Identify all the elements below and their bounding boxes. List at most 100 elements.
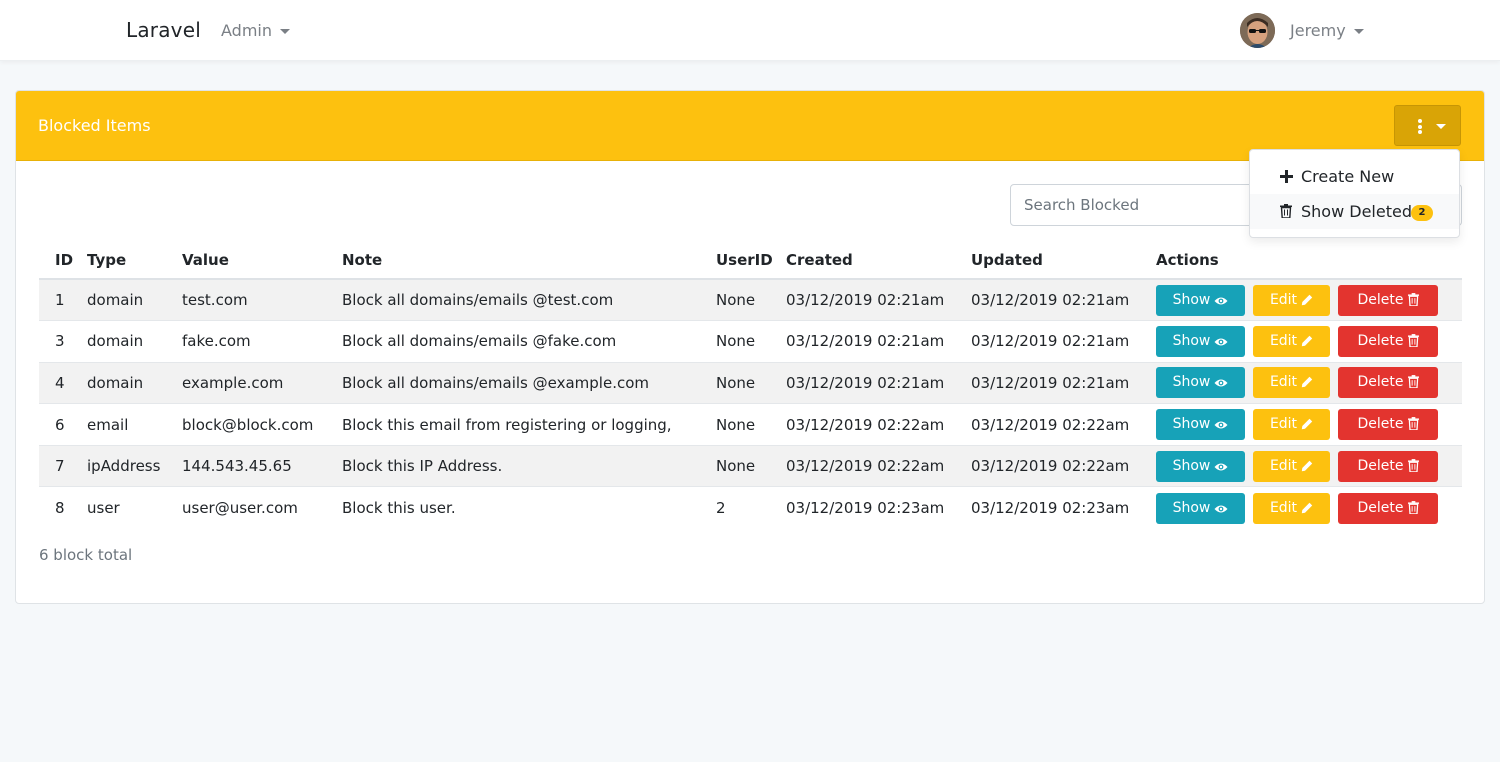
trash-icon [1280,203,1292,222]
cell-userid: None [716,320,786,363]
brand-link[interactable]: Laravel [126,18,201,42]
trash-icon [1407,458,1419,473]
trash-icon [1407,500,1419,515]
create-new-menu-item[interactable]: Create New [1250,159,1459,194]
edit-button[interactable]: Edit [1253,367,1330,399]
trash-icon [1407,417,1419,431]
column-header-userid[interactable]: UserID [716,241,786,280]
cell-note: Block all domains/emails @example.com [342,361,716,404]
avatar[interactable] [1240,13,1275,48]
pencil-icon [1301,418,1313,430]
pencil-icon [1301,502,1313,513]
eye-icon [1214,338,1228,346]
cell-created: 03/12/2019 02:21am [786,361,971,404]
column-header-type[interactable]: Type [87,241,182,280]
eye-icon [1214,421,1228,429]
edit-label: Edit [1269,374,1298,391]
edit-label: Edit [1269,457,1298,474]
create-new-label: Create New [1301,167,1395,186]
cell-updated: 03/12/2019 02:21am [971,320,1156,363]
show-deleted-menu-item[interactable]: Show Deleted 2 [1250,194,1459,229]
show-button[interactable]: Show [1156,367,1245,399]
trash-icon [1407,375,1419,390]
show-label: Show [1172,457,1211,474]
show-label: Show [1172,374,1211,391]
cell-id: 4 [39,361,87,404]
column-header-value[interactable]: Value [182,241,342,280]
pencil-icon [1301,335,1313,347]
cell-id: 1 [39,278,87,321]
show-label: Show [1172,291,1211,308]
delete-label: Delete [1357,374,1404,391]
eye-icon [1214,463,1228,471]
cell-type: domain [87,361,182,404]
cell-actions: Show Edit Delete [1156,320,1462,363]
cell-created: 03/12/2019 02:21am [786,320,971,363]
column-header-created[interactable]: Created [786,241,971,280]
cell-updated: 03/12/2019 02:21am [971,361,1156,404]
user-menu-label: Jeremy [1290,21,1346,40]
delete-button[interactable]: Delete [1338,325,1438,357]
edit-button[interactable]: Edit [1253,492,1330,524]
delete-button[interactable]: Delete [1338,367,1438,399]
card-title: Blocked Items [38,116,151,135]
table-row: 8 user user@user.com Block this user. 2 … [39,486,1462,529]
cell-value: test.com [182,278,342,321]
cell-note: Block all domains/emails @fake.com [342,320,716,363]
block-total: 6 block total [39,546,133,564]
edit-button[interactable]: Edit [1253,450,1330,482]
table-row: 4 domain example.com Block all domains/e… [39,361,1462,404]
column-header-note[interactable]: Note [342,241,716,280]
delete-label: Delete [1357,291,1404,308]
cell-userid: 2 [716,486,786,529]
delete-label: Delete [1357,332,1404,349]
show-button[interactable]: Show [1156,284,1245,316]
edit-button[interactable]: Edit [1253,284,1330,316]
column-header-actions: Actions [1156,241,1462,280]
cell-userid: None [716,361,786,404]
show-button[interactable]: Show [1156,409,1245,441]
trash-icon [1407,333,1419,348]
cell-id: 7 [39,444,87,487]
column-header-updated[interactable]: Updated [971,241,1156,280]
cell-created: 03/12/2019 02:23am [786,486,971,529]
admin-menu[interactable]: Admin [221,21,290,40]
edit-label: Edit [1269,291,1298,308]
eye-icon [1214,379,1228,387]
cell-value: fake.com [182,320,342,363]
cell-actions: Show Edit Delete [1156,486,1462,529]
table-row: 7 ipAddress 144.543.45.65 Block this IP … [39,444,1462,487]
cell-updated: 03/12/2019 02:23am [971,486,1156,529]
delete-label: Delete [1357,416,1404,433]
cell-id: 8 [39,486,87,529]
delete-button[interactable]: Delete [1338,492,1438,524]
edit-button[interactable]: Edit [1253,409,1330,441]
cell-value: user@user.com [182,486,342,529]
cell-actions: Show Edit Delete [1156,403,1462,446]
cell-type: domain [87,320,182,363]
top-navbar: Laravel Admin Jeremy [0,0,1500,61]
cell-value: example.com [182,361,342,404]
chevron-down-icon [1353,29,1364,34]
pencil-icon [1301,294,1313,305]
options-dropdown-button[interactable] [1394,105,1461,146]
table-header-row: ID Type Value Note UserID Created Update… [39,241,1462,280]
cell-updated: 03/12/2019 02:22am [971,403,1156,446]
cell-note: Block this user. [342,486,716,529]
show-label: Show [1172,416,1211,433]
cell-actions: Show Edit Delete [1156,278,1462,321]
show-button[interactable]: Show [1156,492,1245,524]
plus-icon [1280,168,1293,187]
edit-button[interactable]: Edit [1253,325,1330,357]
show-button[interactable]: Show [1156,450,1245,482]
show-button[interactable]: Show [1156,325,1245,357]
cell-actions: Show Edit Delete [1156,361,1462,404]
delete-button[interactable]: Delete [1338,409,1438,441]
user-menu[interactable]: Jeremy [1290,21,1364,40]
delete-button[interactable]: Delete [1338,450,1438,482]
pencil-icon [1301,377,1313,388]
column-header-id[interactable]: ID [39,241,87,280]
cell-type: domain [87,278,182,321]
delete-label: Delete [1357,499,1404,516]
delete-button[interactable]: Delete [1338,284,1438,316]
